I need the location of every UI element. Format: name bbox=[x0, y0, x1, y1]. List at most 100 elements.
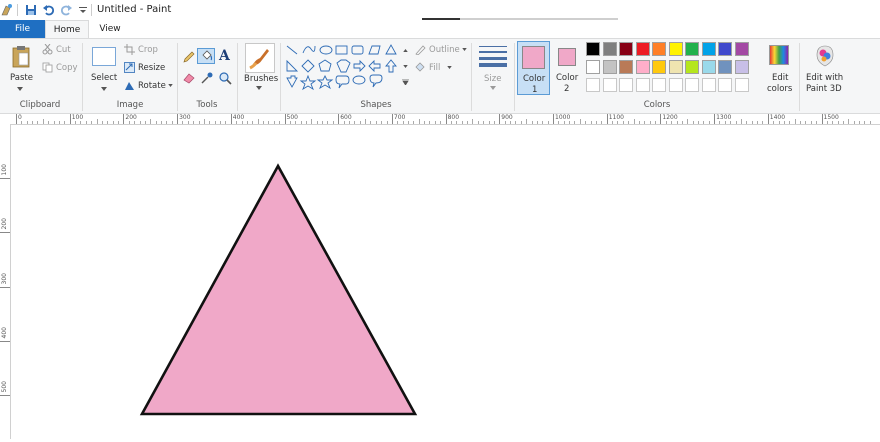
paste-button[interactable]: Paste bbox=[4, 41, 38, 95]
image-group: Select Crop Resize Rotate Image bbox=[84, 39, 176, 113]
palette-swatch[interactable] bbox=[718, 42, 732, 56]
custom-color-slot[interactable] bbox=[602, 78, 617, 92]
resize-button[interactable]: Resize bbox=[124, 62, 172, 74]
palette-swatch[interactable] bbox=[635, 60, 650, 74]
vertical-ruler: 100 200 300 400 500 bbox=[0, 124, 11, 439]
edit-with-paint-3d-button[interactable]: Edit with Paint 3D bbox=[802, 41, 848, 97]
ruler-tick bbox=[821, 114, 823, 124]
ruler-tick bbox=[391, 114, 393, 124]
custom-color-slot[interactable] bbox=[701, 78, 716, 92]
save-icon[interactable] bbox=[24, 3, 38, 17]
palette-swatch[interactable] bbox=[718, 60, 732, 74]
ruler-number: 1100 bbox=[608, 114, 624, 121]
rotate-button[interactable]: Rotate bbox=[124, 80, 174, 92]
palette-swatch[interactable] bbox=[668, 60, 683, 74]
palette-swatch[interactable] bbox=[734, 42, 749, 56]
select-button[interactable]: Select bbox=[88, 43, 122, 95]
ruler-subtick bbox=[832, 121, 834, 124]
ruler-number: 300 bbox=[1, 272, 8, 285]
ruler-subtick bbox=[182, 121, 184, 124]
ruler-subtick bbox=[735, 121, 737, 124]
ruler-subtick bbox=[257, 119, 259, 124]
ruler-subtick bbox=[783, 121, 785, 124]
ruler-subtick bbox=[848, 119, 850, 124]
ruler-subtick bbox=[128, 121, 130, 124]
brushes-button[interactable]: Brushes bbox=[239, 41, 279, 97]
tab-home[interactable]: Home bbox=[45, 20, 89, 38]
color-picker-icon[interactable] bbox=[200, 71, 214, 85]
ruler-subtick bbox=[434, 121, 436, 124]
resize-icon bbox=[124, 62, 135, 73]
palette-swatch[interactable] bbox=[734, 60, 749, 74]
ruler-subtick bbox=[359, 121, 361, 124]
ruler-subtick bbox=[472, 119, 474, 124]
ruler-number: 400 bbox=[232, 114, 245, 121]
scroll-down-icon[interactable] bbox=[403, 65, 408, 68]
redo-icon[interactable] bbox=[59, 3, 73, 17]
palette-swatch[interactable] bbox=[586, 60, 600, 74]
palette-swatch[interactable] bbox=[701, 60, 716, 74]
scroll-up-icon[interactable] bbox=[403, 49, 408, 52]
cut-button[interactable]: Cut bbox=[42, 44, 76, 56]
ruler-subtick bbox=[332, 121, 334, 124]
expand-gallery-icon[interactable] bbox=[402, 79, 409, 85]
palette-swatch[interactable] bbox=[586, 42, 600, 56]
ruler-subtick bbox=[214, 121, 216, 124]
paint-3d-line2: Paint 3D bbox=[806, 84, 842, 94]
crop-button[interactable]: Crop bbox=[124, 44, 168, 56]
ruler-subtick bbox=[118, 121, 120, 124]
ruler-subtick bbox=[563, 121, 565, 124]
shapes-group: Outline Fill Shapes bbox=[282, 39, 470, 113]
fill-tool-button[interactable] bbox=[197, 48, 215, 64]
palette-swatch[interactable] bbox=[685, 42, 699, 56]
copy-button[interactable]: Copy bbox=[42, 62, 78, 74]
edit-colors-button[interactable]: Edit colors bbox=[764, 41, 796, 97]
custom-color-slot[interactable] bbox=[619, 78, 633, 92]
palette-swatch[interactable] bbox=[602, 42, 617, 56]
color-1-button[interactable]: Color 1 bbox=[517, 41, 550, 95]
palette-swatch[interactable] bbox=[652, 60, 666, 74]
custom-color-slot[interactable] bbox=[718, 78, 732, 92]
palette-swatch[interactable] bbox=[701, 42, 716, 56]
pencil-icon[interactable] bbox=[182, 50, 196, 64]
eraser-icon[interactable] bbox=[182, 71, 196, 85]
palette-swatch[interactable] bbox=[619, 42, 633, 56]
ruler-subtick bbox=[569, 121, 571, 124]
text-tool-icon[interactable]: A bbox=[219, 48, 230, 64]
tab-file[interactable]: File bbox=[0, 20, 45, 38]
drawing-canvas[interactable] bbox=[11, 125, 880, 439]
paint-app-icon[interactable] bbox=[0, 3, 14, 17]
magnifier-icon[interactable] bbox=[218, 71, 232, 85]
triangle-shape[interactable] bbox=[139, 163, 418, 416]
fill-dropdown[interactable]: Fill bbox=[414, 62, 454, 74]
custom-color-slot[interactable] bbox=[586, 78, 600, 92]
size-button[interactable]: Size bbox=[474, 41, 512, 97]
fill-icon bbox=[415, 62, 425, 72]
shapes-gallery[interactable] bbox=[284, 43, 402, 93]
resize-label: Resize bbox=[138, 63, 166, 73]
customize-toolbar-icon[interactable] bbox=[76, 3, 90, 17]
undo-icon[interactable] bbox=[42, 3, 56, 17]
palette-swatch[interactable] bbox=[652, 42, 666, 56]
ruler-tick bbox=[338, 114, 340, 124]
tab-view[interactable]: View bbox=[92, 20, 128, 38]
palette-swatch[interactable] bbox=[602, 60, 617, 74]
color-2-button[interactable]: Color 2 bbox=[552, 41, 582, 95]
colors-group-label: Colors bbox=[643, 100, 671, 110]
ruler-tick bbox=[0, 286, 10, 288]
palette-swatch[interactable] bbox=[668, 42, 683, 56]
ruler-subtick bbox=[80, 121, 82, 124]
custom-color-slot[interactable] bbox=[668, 78, 683, 92]
ruler-subtick bbox=[681, 121, 683, 124]
palette-swatch[interactable] bbox=[635, 42, 650, 56]
ruler-subtick bbox=[751, 121, 753, 124]
palette-swatch[interactable] bbox=[685, 60, 699, 74]
custom-color-slot[interactable] bbox=[685, 78, 699, 92]
paint-bucket-icon bbox=[202, 50, 213, 61]
ruler-subtick bbox=[144, 121, 146, 124]
outline-dropdown[interactable]: Outline bbox=[414, 44, 468, 56]
custom-color-slot[interactable] bbox=[635, 78, 650, 92]
custom-color-slot[interactable] bbox=[652, 78, 666, 92]
palette-swatch[interactable] bbox=[619, 60, 633, 74]
custom-color-slot[interactable] bbox=[734, 78, 749, 92]
